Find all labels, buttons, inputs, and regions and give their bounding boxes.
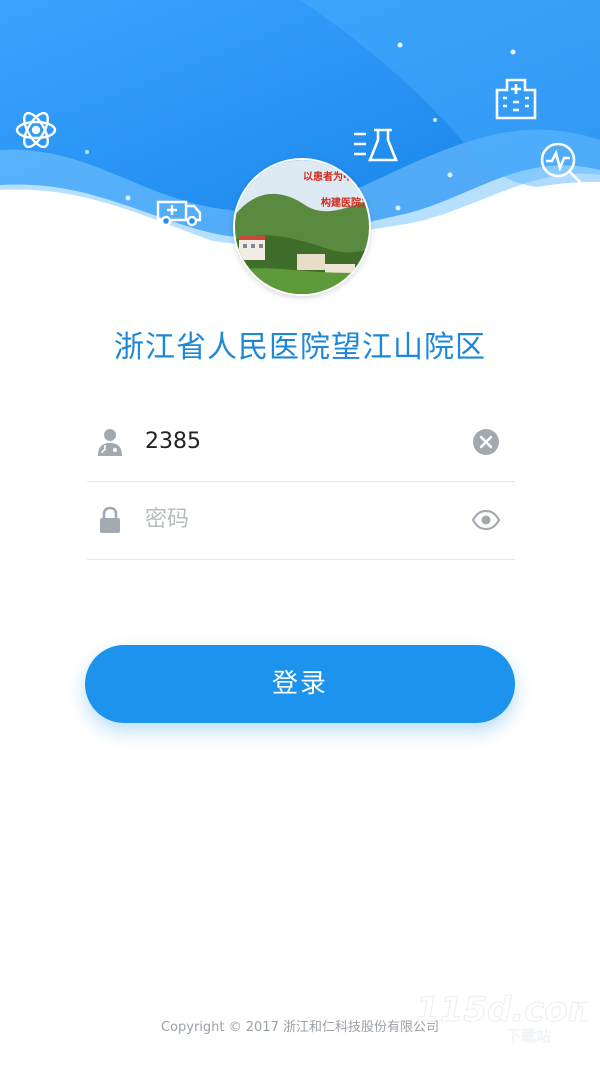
doctor-icon <box>98 429 122 456</box>
password-field[interactable]: 密码 <box>87 481 515 560</box>
clear-icon[interactable] <box>471 427 501 457</box>
flask-icon <box>354 128 398 162</box>
heart-monitor-search-icon <box>540 142 583 185</box>
atom-icon <box>15 111 57 149</box>
avatar-banner-line2: 构建医院发展 <box>321 196 369 209</box>
ambulance-icon <box>156 200 202 227</box>
watermark-sub: 下载站 <box>506 1027 551 1045</box>
hospital-building-icon <box>495 78 537 120</box>
watermark-brand: 115d.com <box>416 990 587 1030</box>
hospital-name: 浙江省人民医院望江山院区 <box>114 330 486 365</box>
username-value: 2385 <box>145 429 201 454</box>
site-watermark-logo: 115d.com 下载站 <box>416 990 588 1046</box>
lock-icon <box>100 506 120 533</box>
hospital-avatar: 以患者为中心 构建医院发展 <box>233 158 371 296</box>
eye-icon[interactable] <box>471 505 501 535</box>
login-button[interactable]: 登录 <box>85 645 515 723</box>
username-field[interactable]: 2385 <box>87 403 515 482</box>
password-placeholder: 密码 <box>145 507 190 532</box>
